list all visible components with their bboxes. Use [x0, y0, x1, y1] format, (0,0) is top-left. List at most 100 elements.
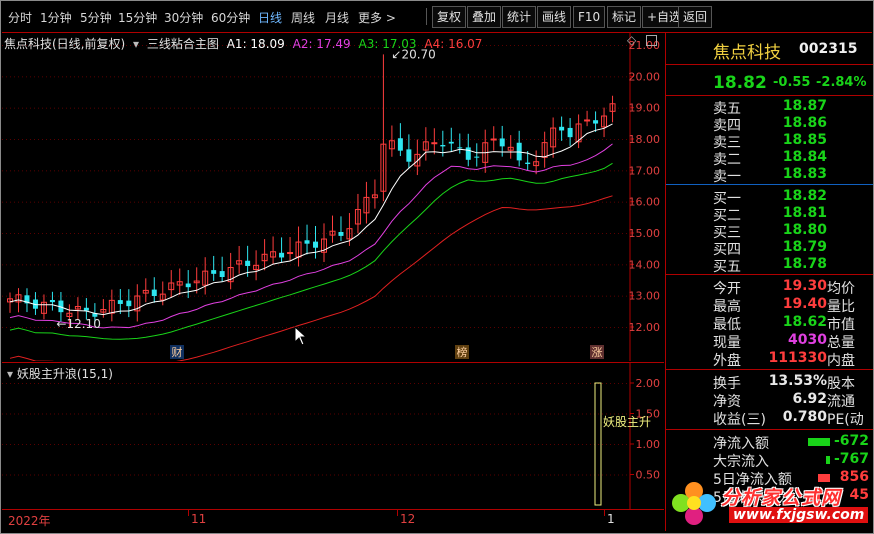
diamond-icon[interactable]: ◇ — [627, 33, 636, 47]
grid-dot — [434, 264, 435, 266]
grid-dot — [434, 413, 435, 415]
grid-dot — [370, 444, 371, 445]
indicator-dropdown-icon[interactable]: ▾ — [133, 37, 139, 51]
grid-dot — [250, 139, 251, 140]
grid-dot — [446, 233, 447, 234]
grid-dot — [574, 295, 575, 297]
grid-dot — [574, 444, 575, 445]
grid-dot — [190, 201, 191, 203]
grid-dot — [550, 474, 551, 476]
grid-dot — [382, 139, 383, 140]
period-tab-1min[interactable]: 1分钟 — [40, 9, 72, 26]
grid-dot — [258, 139, 259, 140]
grid-dot — [258, 170, 259, 172]
grid-dot — [410, 444, 411, 445]
grid-dot — [570, 413, 571, 415]
grid-dot — [498, 444, 499, 445]
grid-dot — [178, 201, 179, 203]
grid-dot — [586, 383, 587, 384]
grid-dot — [382, 474, 383, 476]
period-tab-more[interactable]: 更多 > — [358, 9, 396, 26]
grid-dot — [322, 295, 323, 297]
kline-chart[interactable]: 21.0020.0019.0018.0017.0016.0015.0014.00… — [2, 33, 664, 361]
grid-dot — [382, 413, 383, 415]
period-tab-timeshare[interactable]: 分时 — [8, 9, 32, 26]
kline-chart-panel[interactable]: 21.00 20.00 19.00 18.00 17.00 16.00 15.00 14.00… — [2, 33, 664, 361]
grid-dot — [30, 383, 31, 384]
indicator-dropdown-icon[interactable]: ▾ — [7, 367, 13, 381]
grid-dot — [614, 264, 615, 266]
grid-dot — [610, 295, 611, 297]
stats-button[interactable]: 统计 — [502, 6, 537, 28]
grid-dot — [318, 444, 319, 445]
grid-dot — [322, 413, 323, 415]
grid-dot — [354, 233, 355, 234]
stat-label: 量比 — [827, 299, 855, 315]
grid-dot — [610, 444, 611, 445]
grid-dot — [18, 170, 19, 172]
overlay-button[interactable]: 叠加 — [467, 6, 502, 28]
candle-body — [279, 252, 285, 258]
grid-dot — [150, 295, 151, 297]
mark-button[interactable]: 标记 — [607, 6, 642, 28]
grid-dot — [226, 264, 227, 266]
grid-dot — [390, 444, 391, 445]
period-tab-daily[interactable]: 日线 — [258, 9, 282, 26]
grid-dot — [46, 295, 47, 297]
period-tab-30min[interactable]: 30分钟 — [164, 9, 203, 26]
grid-dot — [10, 383, 11, 384]
grid-dot — [426, 233, 427, 234]
grid-dot — [382, 264, 383, 266]
stat-value: 18.62 — [782, 314, 827, 330]
y-axis-label: 14.00 — [629, 258, 661, 271]
grid-dot — [122, 76, 123, 78]
grid-dot — [558, 264, 559, 266]
indicator-chart[interactable]: 2.001.501.000.50妖股主升 — [2, 363, 664, 510]
period-tab-5min[interactable]: 5分钟 — [80, 9, 112, 26]
candle-body — [83, 307, 89, 311]
grid-dot — [170, 264, 171, 266]
grid-dot — [438, 474, 439, 476]
grid-dot — [590, 474, 591, 476]
grid-dot — [398, 201, 399, 203]
grid-dot — [182, 383, 183, 384]
grid-dot — [530, 295, 531, 297]
adjust-button[interactable]: 复权 — [432, 6, 467, 28]
grid-dot — [446, 327, 447, 328]
grid-dot — [518, 327, 519, 328]
grid-dot — [298, 383, 299, 384]
indicator-title[interactable]: 妖股主升浪(15,1) — [17, 367, 113, 381]
grid-dot — [610, 76, 611, 78]
indicator-name[interactable]: 三线粘合主图 — [147, 37, 219, 51]
period-tab-monthly[interactable]: 月线 — [325, 9, 349, 26]
grid-dot — [466, 76, 467, 78]
minimize-icon[interactable] — [646, 35, 657, 46]
event-marker: 涨 — [592, 346, 603, 359]
x-axis-tick — [604, 510, 605, 516]
draw-button[interactable]: 画线 — [537, 6, 572, 28]
grid-dot — [18, 264, 19, 266]
grid-dot — [538, 413, 539, 415]
grid-dot — [422, 383, 423, 384]
grid-dot — [490, 413, 491, 415]
period-tab-60min[interactable]: 60分钟 — [211, 9, 250, 26]
period-tab-weekly[interactable]: 周线 — [291, 9, 315, 26]
back-button[interactable]: 返回 — [678, 6, 713, 28]
grid-dot — [462, 170, 463, 172]
grid-dot — [366, 264, 367, 266]
grid-dot — [474, 383, 475, 384]
stat-label: 流通 — [827, 394, 855, 410]
f10-button[interactable]: F10 — [573, 6, 606, 28]
grid-dot — [506, 233, 507, 234]
grid-dot — [466, 107, 467, 109]
grid-dot — [330, 264, 331, 266]
grid-dot — [550, 264, 551, 266]
grid-dot — [178, 170, 179, 172]
indicator-panel[interactable]: 2.00 1.50 1.00 0.50 妖股主升 ▾ 妖股主升浪(15,1) — [2, 362, 664, 510]
grid-dot — [38, 474, 39, 476]
grid-dot — [186, 413, 187, 415]
grid-dot — [506, 139, 507, 140]
grid-dot — [626, 139, 627, 140]
grid-dot — [614, 139, 615, 140]
period-tab-15min[interactable]: 15分钟 — [118, 9, 157, 26]
